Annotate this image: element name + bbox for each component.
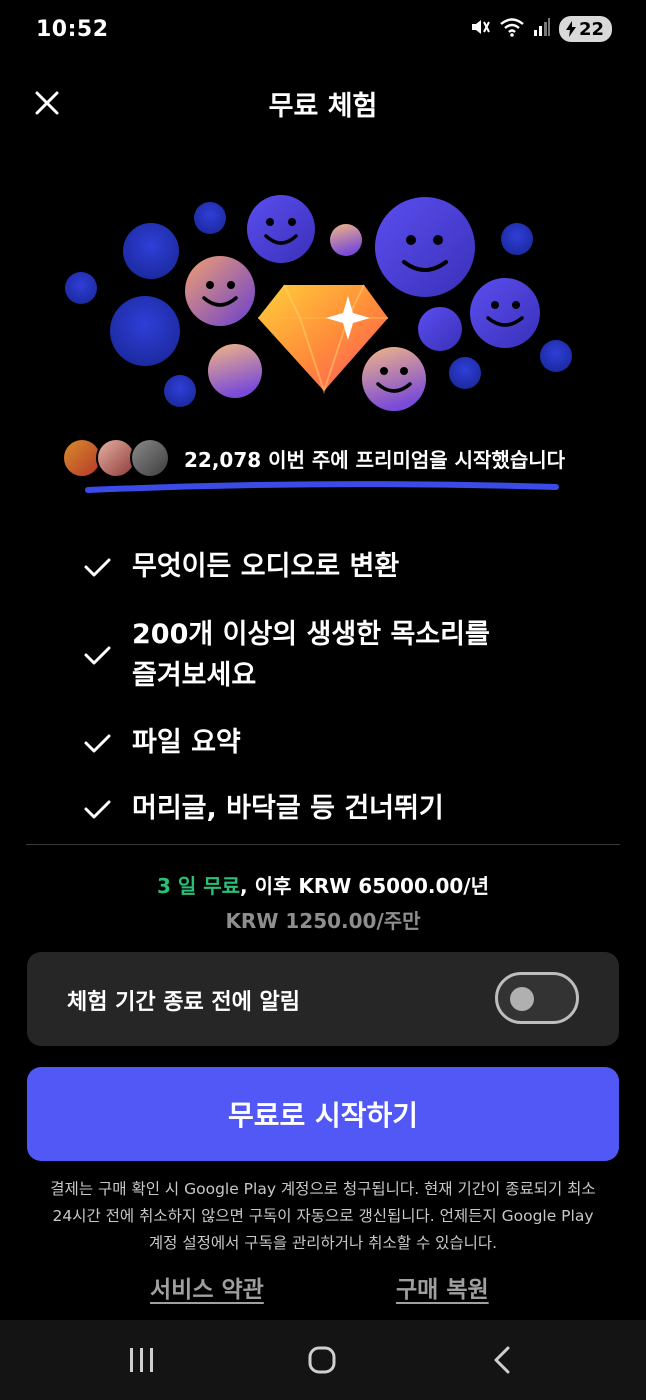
feature-item: 200개 이상의 생생한 목소리를 즐겨보세요 (82, 614, 490, 696)
footer-links: 서비스 약관 구매 복원 (0, 1270, 646, 1306)
mute-icon (469, 16, 491, 42)
feature-item: 파일 요약 (82, 722, 241, 763)
smiley-face (247, 195, 315, 263)
feature-item: 머리글, 바닥글 등 건너뛰기 (82, 788, 444, 829)
hero-bubble (110, 296, 180, 366)
reminder-card: 체험 기간 종료 전에 알림 (27, 952, 619, 1046)
smiley-face (375, 197, 475, 297)
reminder-label: 체험 기간 종료 전에 알림 (67, 990, 301, 1015)
reminder-toggle[interactable] (495, 972, 579, 1024)
legal-line: 24시간 전에 취소하지 않으면 구독이 자동으로 갱신됩니다. 언제든지 Go… (52, 1207, 594, 1225)
smiley-face (470, 278, 540, 348)
hero-bubble (194, 202, 226, 234)
hero-bubble (123, 223, 179, 279)
feature-label: 200개 이상의 생생한 목소리를 즐겨보세요 (132, 619, 490, 691)
free-trial-text: 3 일 무료 (156, 874, 241, 898)
back-icon (494, 1346, 510, 1374)
price-summary: 3 일 무료, 이후 KRW 65000.00/년 (0, 870, 646, 899)
social-proof-text: 22,078 이번 주에 프리미엄을 시작했습니다 (184, 448, 566, 472)
wifi-icon (499, 16, 525, 42)
hero-bubble (449, 357, 481, 389)
hero-bubble (540, 340, 572, 372)
battery-charging-icon (565, 21, 576, 37)
recent-apps-icon (130, 1348, 153, 1372)
back-button[interactable] (472, 1340, 532, 1380)
page-title: 무료 체험 (268, 91, 378, 122)
system-nav-bar (0, 1320, 646, 1400)
check-icon (84, 734, 111, 752)
hero-bubble (501, 223, 533, 255)
annual-price-text: , 이후 KRW 65000.00/년 (240, 874, 489, 898)
legal-line: 결제는 구매 확인 시 Google Play 계정으로 청구됩니다. 현재 기… (50, 1180, 596, 1198)
header: 무료 체험 (0, 72, 646, 132)
home-button[interactable] (292, 1340, 352, 1380)
legal-text: 결제는 구매 확인 시 Google Play 계정으로 청구됩니다. 현재 기… (26, 1176, 620, 1257)
restore-purchase-link[interactable]: 구매 복원 (396, 1270, 489, 1304)
hero-bubble (418, 307, 462, 351)
home-icon (308, 1346, 336, 1374)
terms-link[interactable]: 서비스 약관 (150, 1270, 264, 1304)
signal-icon (533, 16, 551, 42)
highlight-underline (85, 481, 559, 493)
battery-indicator: 22 (558, 16, 612, 42)
status-icons: 22 (469, 16, 612, 42)
weekly-price-text: KRW 1250.00/주만 (225, 909, 421, 933)
check-icon (84, 558, 111, 576)
check-icon (84, 646, 111, 665)
smiley-face (362, 347, 426, 411)
battery-level: 22 (578, 18, 604, 40)
divider (26, 844, 620, 845)
hero-illustration (0, 180, 646, 420)
hero-bubble (164, 375, 196, 407)
avatar-group (62, 438, 172, 478)
feature-label: 무엇이든 오디오로 변환 (132, 551, 400, 582)
feature-item: 무엇이든 오디오로 변환 (82, 546, 399, 587)
social-proof: 22,078 이번 주에 프리미엄을 시작했습니다 (60, 434, 600, 498)
toggle-knob (510, 987, 534, 1011)
hero-bubble (65, 272, 97, 304)
feature-label: 머리글, 바닥글 등 건너뛰기 (132, 793, 444, 824)
smiley-face (185, 256, 255, 326)
hero-bubble (208, 344, 262, 398)
check-icon (84, 800, 111, 818)
start-free-trial-button[interactable]: 무료로 시작하기 (27, 1067, 619, 1161)
feature-label: 파일 요약 (132, 727, 241, 758)
recent-apps-button[interactable] (112, 1340, 172, 1380)
hero-bubble (330, 224, 362, 256)
status-bar: 10:52 22 (0, 0, 646, 62)
avatar (130, 438, 170, 478)
status-time: 10:52 (36, 17, 109, 42)
legal-line: 계정 설정에서 구독을 관리하거나 취소할 수 있습니다. (148, 1234, 498, 1252)
